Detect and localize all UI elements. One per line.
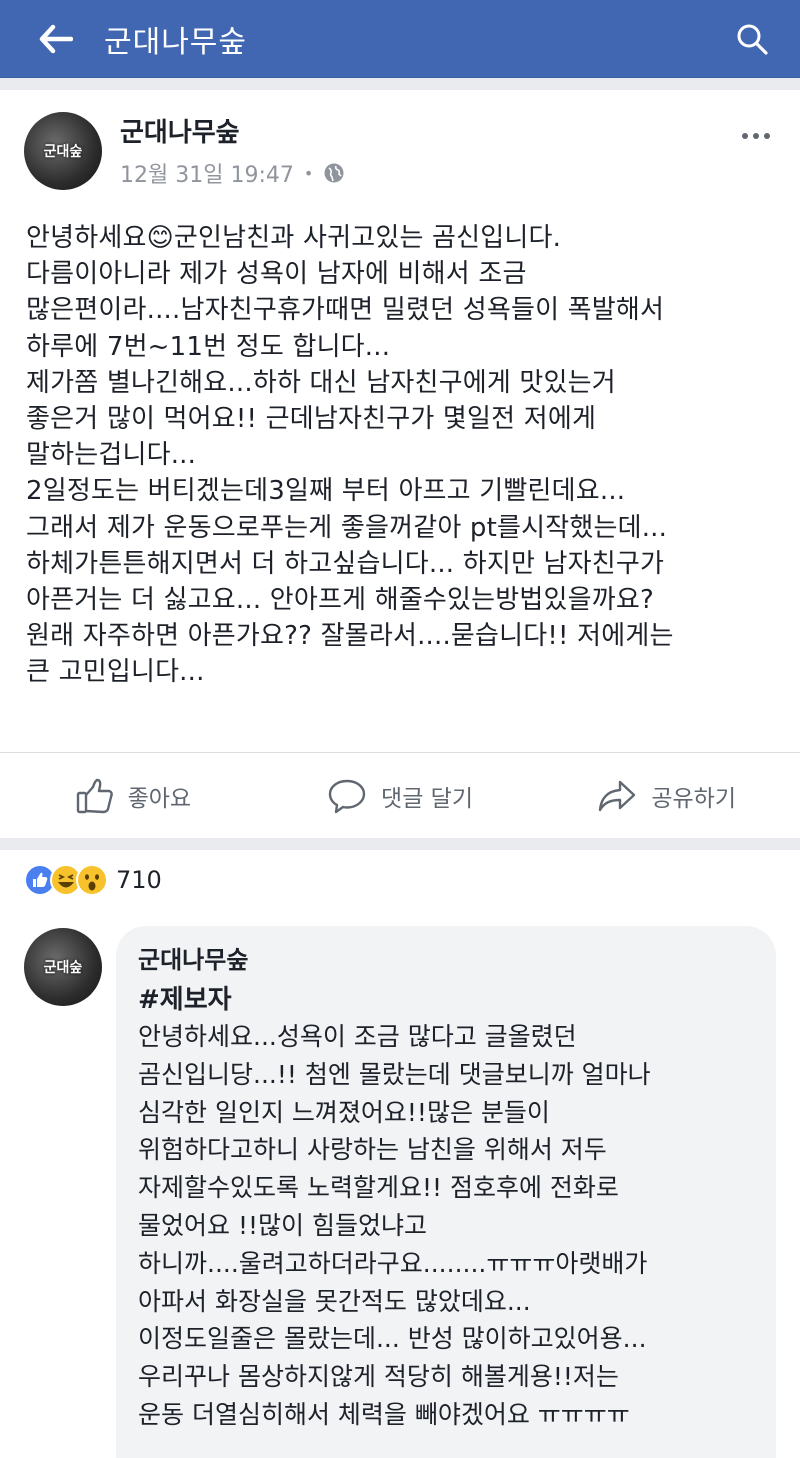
globe-icon xyxy=(324,163,344,183)
post-text: 안녕하세요😊군인남친과 사귀고있는 곰신입니다. 다름이아니라 제가 성욕이 남… xyxy=(26,223,674,688)
comment-section: 군대숲 군대나무숲 #제보자 안녕하세요...성욕이 조금 많다고 글올렸던 곰… xyxy=(0,910,800,1458)
search-icon xyxy=(737,24,768,55)
share-icon xyxy=(599,780,636,811)
comment-button[interactable]: 댓글 달기 xyxy=(267,753,534,838)
wow-icon xyxy=(76,864,108,896)
post-meta: 12월 31일 19:47 • xyxy=(120,157,345,189)
comment-avatar[interactable]: 군대숲 xyxy=(24,928,102,1006)
reaction-count: 710 xyxy=(116,866,162,894)
comment-label: 댓글 달기 xyxy=(381,785,473,812)
share-label: 공유하기 xyxy=(651,785,736,812)
back-button[interactable] xyxy=(26,9,86,69)
reactions-bar[interactable]: 710 xyxy=(0,850,800,910)
more-options-button[interactable] xyxy=(734,124,778,148)
avatar-label: 군대숲 xyxy=(43,960,83,976)
avatar-label: 군대숲 xyxy=(43,144,83,160)
post-actions: 좋아요 댓글 달기 공유하기 xyxy=(0,752,800,838)
avatar[interactable]: 군대숲 xyxy=(24,112,102,190)
more-dot-icon xyxy=(753,133,759,139)
comment-icon xyxy=(328,779,366,813)
comment-bubble: 군대나무숲 #제보자 안녕하세요...성욕이 조금 많다고 글올렸던 곰신입니당… xyxy=(116,926,776,1458)
more-dot-icon xyxy=(742,133,748,139)
comment-author[interactable]: 군대나무숲 xyxy=(138,940,756,975)
post-card: 군대숲 군대나무숲 12월 31일 19:47 • 안녕하세요😊군인남친과 사귀… xyxy=(0,90,800,838)
page-title: 군대나무숲 xyxy=(104,24,247,60)
search-button[interactable] xyxy=(724,11,780,67)
meta-separator: • xyxy=(303,163,314,183)
comment-hashtag[interactable]: #제보자 xyxy=(138,979,756,1016)
reaction-icons xyxy=(24,864,108,896)
arrow-left-icon xyxy=(39,24,73,53)
post-timestamp[interactable]: 12월 31일 19:47 xyxy=(120,157,294,189)
like-button[interactable]: 좋아요 xyxy=(0,753,267,838)
more-dot-icon xyxy=(764,133,770,139)
top-app-bar: 군대나무숲 xyxy=(0,0,800,78)
like-label: 좋아요 xyxy=(127,785,192,812)
comment-text: 안녕하세요...성욕이 조금 많다고 글올렸던 곰신입니당...!! 첨엔 몰랐… xyxy=(138,1022,651,1429)
thumbs-up-icon xyxy=(76,778,113,813)
post-header: 군대숲 군대나무숲 12월 31일 19:47 • xyxy=(24,112,784,192)
post-author[interactable]: 군대나무숲 xyxy=(120,112,240,149)
share-button[interactable]: 공유하기 xyxy=(533,753,800,838)
